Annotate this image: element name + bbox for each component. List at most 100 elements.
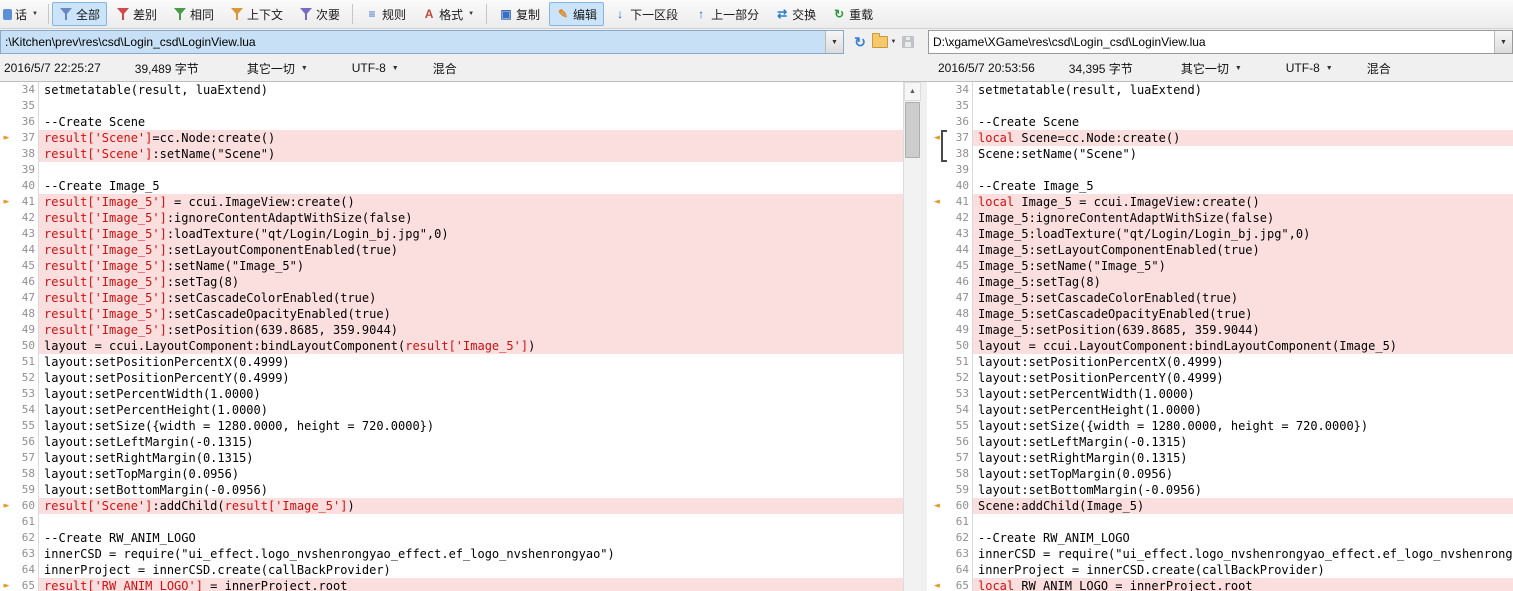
code-line-61[interactable]: 61	[0, 514, 903, 530]
toolbar-button-edit[interactable]: ✎ 编辑	[549, 2, 605, 26]
code-line-42[interactable]: 42 Image_5:ignoreContentAdaptWithSize(fal…	[927, 210, 1513, 226]
code-line-42[interactable]: 42 result['Image_5']:ignoreContentAdaptWi…	[0, 210, 903, 226]
code-line-39[interactable]: 39	[0, 162, 903, 178]
code-line-63[interactable]: 63 innerCSD = require("ui_effect.logo_nvs…	[927, 546, 1513, 562]
refresh-file-button[interactable]: ↻	[848, 31, 872, 53]
code-line-44[interactable]: 44 Image_5:setLayoutComponentEnabled(true…	[927, 242, 1513, 258]
code-line-51[interactable]: 51 layout:setPositionPercentX(0.4999)	[0, 354, 903, 370]
code-line-55[interactable]: 55 layout:setSize({width = 1280.0000, hei…	[927, 418, 1513, 434]
code-line-52[interactable]: 52 layout:setPositionPercentY(0.4999)	[927, 370, 1513, 386]
code-line-41[interactable]: ► 41 result['Image_5'] = ccui.ImageView:cr…	[0, 194, 903, 210]
code-line-43[interactable]: 43 Image_5:loadTexture("qt/Login/Login_bj…	[927, 226, 1513, 242]
code-line-61[interactable]: 61	[927, 514, 1513, 530]
code-line-44[interactable]: 44 result['Image_5']:setLayoutComponentEn…	[0, 242, 903, 258]
code-line-56[interactable]: 56 layout:setLeftMargin(-0.1315)	[0, 434, 903, 450]
code-line-38[interactable]: 38 result['Scene']:setName("Scene")	[0, 146, 903, 162]
code-line-65[interactable]: ◄ 65 local RW_ANIM_LOGO = innerProject.roo…	[927, 578, 1513, 591]
code-line-53[interactable]: 53 layout:setPercentWidth(1.0000)	[927, 386, 1513, 402]
left-encoding-dropdown[interactable]: UTF-8 ▼	[352, 61, 399, 75]
code-line-49[interactable]: 49 result['Image_5']:setPosition(639.8685…	[0, 322, 903, 338]
scrollbar-track[interactable]	[904, 158, 921, 591]
code-line-35[interactable]: 35	[927, 98, 1513, 114]
toolbar-button-format[interactable]: A 格式 ▼	[415, 2, 481, 26]
toolbar-button-previous-part[interactable]: ↑ 上一部分	[687, 2, 766, 26]
toolbar-button-reload[interactable]: ↻ 重载	[825, 2, 880, 26]
code-line-57[interactable]: 57 layout:setRightMargin(0.1315)	[0, 450, 903, 466]
code-line-45[interactable]: 45 result['Image_5']:setName("Image_5")	[0, 258, 903, 274]
right-format-dropdown[interactable]: 其它一切 ▼	[1181, 60, 1242, 77]
code-line-38[interactable]: 38 Scene:setName("Scene")	[927, 146, 1513, 162]
right-code-pane[interactable]: 34 setmetatable(result, luaExtend) 35 36 --C…	[927, 82, 1513, 591]
code-line-36[interactable]: 36 --Create Scene	[0, 114, 903, 130]
code-line-40[interactable]: 40 --Create Image_5	[0, 178, 903, 194]
text-segment: --Create RW_ANIM_LOGO	[978, 531, 1130, 545]
code-line-36[interactable]: 36 --Create Scene	[927, 114, 1513, 130]
code-line-39[interactable]: 39	[927, 162, 1513, 178]
toolbar-button-next-section[interactable]: ↓ 下一区段	[606, 2, 685, 26]
left-format-dropdown[interactable]: 其它一切 ▼	[247, 60, 308, 77]
toolbar-button-swap[interactable]: ⇄ 交换	[768, 2, 823, 26]
toolbar-button-rules[interactable]: ≡ 规则	[358, 2, 413, 26]
code-line-37[interactable]: ► 37 result['Scene']=cc.Node:create()	[0, 130, 903, 146]
left-path-combobox[interactable]: :\Kitchen\prev\res\csd\Login_csd\LoginVi…	[0, 30, 844, 54]
code-line-47[interactable]: 47 Image_5:setCascadeColorEnabled(true)	[927, 290, 1513, 306]
toolbar-button-filter-same[interactable]: 相同	[166, 2, 221, 26]
code-line-40[interactable]: 40 --Create Image_5	[927, 178, 1513, 194]
code-line-59[interactable]: 59 layout:setBottomMargin(-0.0956)	[927, 482, 1513, 498]
code-line-55[interactable]: 55 layout:setSize({width = 1280.0000, hei…	[0, 418, 903, 434]
code-line-52[interactable]: 52 layout:setPositionPercentY(0.4999)	[0, 370, 903, 386]
right-path-combobox[interactable]: D:\xgame\XGame\res\csd\Login_csd\LoginVi…	[928, 30, 1513, 54]
toolbar-button-filter-context[interactable]: 上下文	[223, 2, 290, 26]
path-row: :\Kitchen\prev\res\csd\Login_csd\LoginVi…	[0, 29, 1513, 55]
code-line-46[interactable]: 46 result['Image_5']:setTag(8)	[0, 274, 903, 290]
toolbar-button-filter-minor[interactable]: 次要	[292, 2, 347, 26]
code-line-64[interactable]: 64 innerProject = innerCSD.create(callBac…	[0, 562, 903, 578]
code-line-64[interactable]: 64 innerProject = innerCSD.create(callBac…	[927, 562, 1513, 578]
code-line-65[interactable]: ► 65 result['RW_ANIM_LOGO'] = innerProject…	[0, 578, 903, 591]
diff-text-segment: result['Image_5']	[44, 291, 167, 305]
code-line-34[interactable]: 34 setmetatable(result, luaExtend)	[927, 82, 1513, 98]
code-line-60[interactable]: ► 60 result['Scene']:addChild(result['Imag…	[0, 498, 903, 514]
code-line-47[interactable]: 47 result['Image_5']:setCascadeColorEnabl…	[0, 290, 903, 306]
code-line-53[interactable]: 53 layout:setPercentWidth(1.0000)	[0, 386, 903, 402]
code-line-54[interactable]: 54 layout:setPercentHeight(1.0000)	[927, 402, 1513, 418]
code-line-35[interactable]: 35	[0, 98, 903, 114]
code-line-34[interactable]: 34 setmetatable(result, luaExtend)	[0, 82, 903, 98]
code-line-49[interactable]: 49 Image_5:setPosition(639.8685, 359.9044…	[927, 322, 1513, 338]
code-line-56[interactable]: 56 layout:setLeftMargin(-0.1315)	[927, 434, 1513, 450]
session-menu-button[interactable]: 话 ▼	[2, 2, 45, 26]
toolbar-button-filter-differences[interactable]: 差别	[109, 2, 164, 26]
save-file-button[interactable]	[896, 31, 920, 53]
right-path-input[interactable]: D:\xgame\XGame\res\csd\Login_csd\LoginVi…	[929, 31, 1494, 53]
code-line-59[interactable]: 59 layout:setBottomMargin(-0.0956)	[0, 482, 903, 498]
scroll-up-button[interactable]: ▲	[904, 82, 921, 101]
code-line-54[interactable]: 54 layout:setPercentHeight(1.0000)	[0, 402, 903, 418]
code-line-45[interactable]: 45 Image_5:setName("Image_5")	[927, 258, 1513, 274]
code-line-48[interactable]: 48 result['Image_5']:setCascadeOpacityEna…	[0, 306, 903, 322]
code-line-63[interactable]: 63 innerCSD = require("ui_effect.logo_nvs…	[0, 546, 903, 562]
code-line-43[interactable]: 43 result['Image_5']:loadTexture("qt/Logi…	[0, 226, 903, 242]
vertical-scrollbar[interactable]: ▲	[903, 82, 921, 591]
code-line-62[interactable]: 62 --Create RW_ANIM_LOGO	[927, 530, 1513, 546]
right-path-dropdown-button[interactable]: ▼	[1494, 31, 1512, 53]
code-line-46[interactable]: 46 Image_5:setTag(8)	[927, 274, 1513, 290]
left-path-dropdown-button[interactable]: ▼	[825, 31, 843, 53]
code-line-57[interactable]: 57 layout:setRightMargin(0.1315)	[927, 450, 1513, 466]
toolbar-button-filter-all[interactable]: 全部	[51, 2, 107, 26]
code-line-50[interactable]: 50 layout = ccui.LayoutComponent:bindLayo…	[927, 338, 1513, 354]
code-line-58[interactable]: 58 layout:setTopMargin(0.0956)	[0, 466, 903, 482]
code-line-58[interactable]: 58 layout:setTopMargin(0.0956)	[927, 466, 1513, 482]
code-line-41[interactable]: ◄ 41 local Image_5 = ccui.ImageView:create…	[927, 194, 1513, 210]
toolbar-button-copy[interactable]: ▣ 复制	[492, 2, 547, 26]
code-line-60[interactable]: ◄ 60 Scene:addChild(Image_5)	[927, 498, 1513, 514]
code-line-62[interactable]: 62 --Create RW_ANIM_LOGO	[0, 530, 903, 546]
right-encoding-dropdown[interactable]: UTF-8 ▼	[1286, 61, 1333, 75]
code-line-37[interactable]: ◄ 37 local Scene=cc.Node:create()	[927, 130, 1513, 146]
scrollbar-thumb[interactable]	[905, 102, 920, 158]
browse-folder-button[interactable]: ▼	[871, 31, 896, 53]
left-code-pane[interactable]: 34 setmetatable(result, luaExtend) 35 36 --C…	[0, 82, 903, 591]
code-line-48[interactable]: 48 Image_5:setCascadeOpacityEnabled(true)	[927, 306, 1513, 322]
left-path-input[interactable]: :\Kitchen\prev\res\csd\Login_csd\LoginVi…	[1, 31, 825, 53]
code-line-50[interactable]: 50 layout = ccui.LayoutComponent:bindLayo…	[0, 338, 903, 354]
code-line-51[interactable]: 51 layout:setPositionPercentX(0.4999)	[927, 354, 1513, 370]
